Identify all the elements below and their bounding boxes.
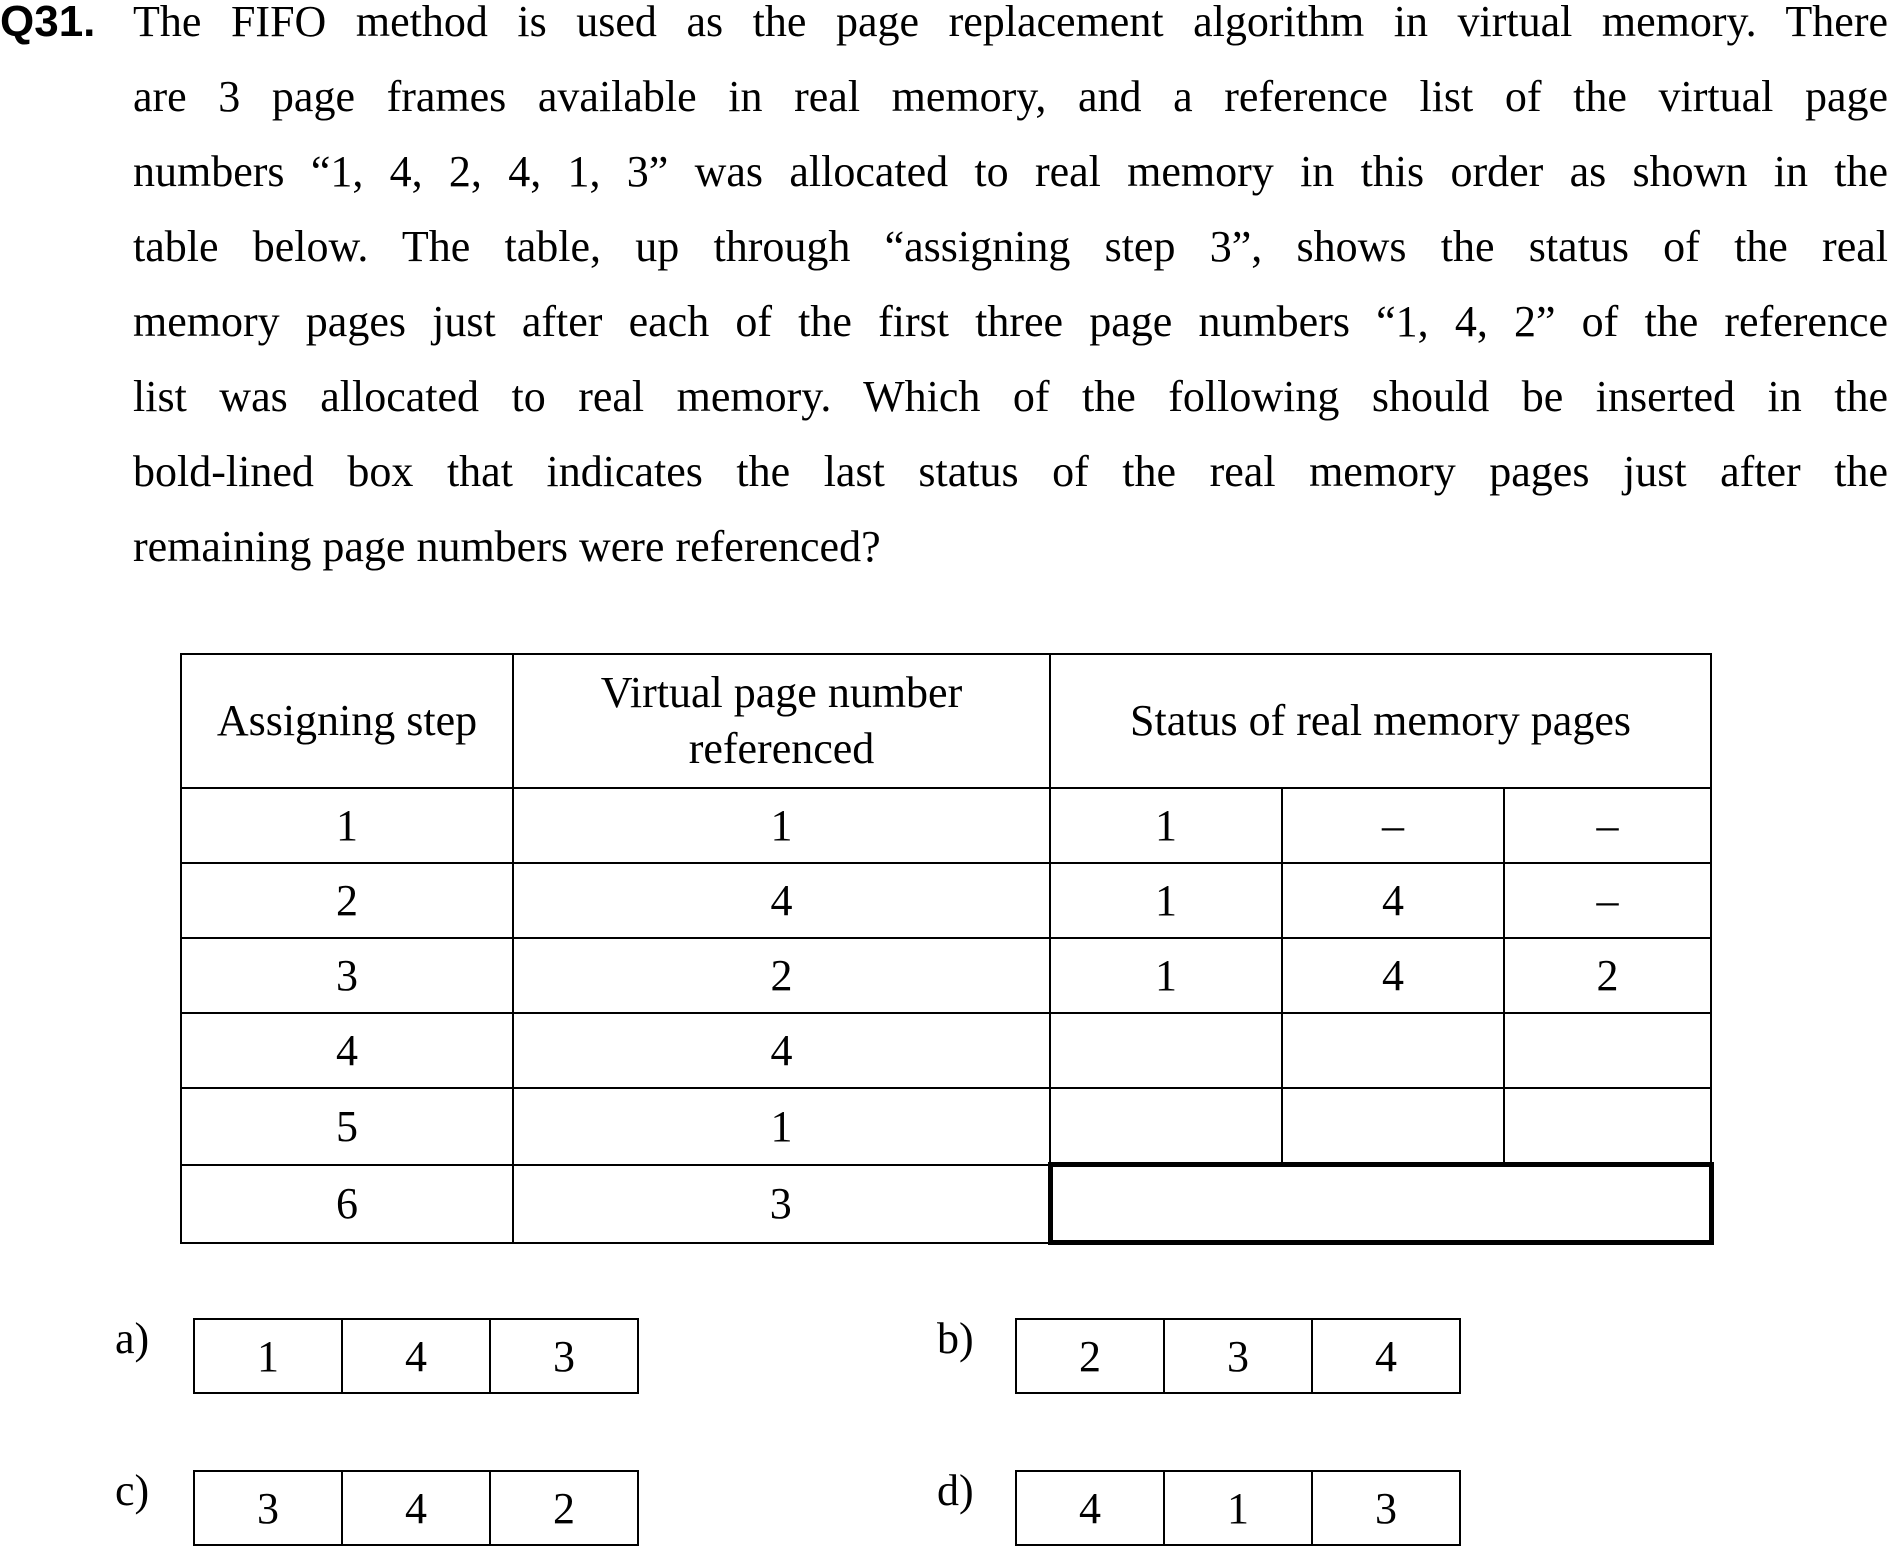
question-text: The FIFO method is used as the page repl… [133, 0, 1888, 584]
question-number: Q31. [0, 0, 96, 46]
option-d-value: 1 [1163, 1470, 1313, 1546]
header-virtual-page: Virtual page number referenced [512, 653, 1051, 789]
option-a-value: 4 [341, 1318, 491, 1394]
table-row: 1 1 1 – – [180, 787, 1712, 864]
question-line: remaining page numbers were referenced? [133, 522, 881, 571]
option-c-value: 2 [489, 1470, 639, 1546]
cell-ref: 1 [512, 1087, 1051, 1166]
cell-ref: 1 [512, 787, 1051, 864]
table-row: 2 4 1 4 – [180, 862, 1712, 939]
cell-step: 1 [180, 787, 514, 864]
option-c-label: c) [115, 1466, 150, 1515]
option-c-box: 3 4 2 [193, 1470, 639, 1546]
option-d-box: 4 1 3 [1015, 1470, 1461, 1546]
table-row: 4 4 [180, 1012, 1712, 1089]
header-status: Status of real memory pages [1049, 653, 1712, 789]
table-row: 5 1 [180, 1087, 1712, 1166]
cell-frame-1: 1 [1049, 862, 1283, 939]
question-line: numbers “1, 4, 2, 4, 1, 3” was allocated… [133, 147, 1888, 196]
cell-frame-3: 2 [1503, 937, 1712, 1014]
question-line: are 3 page frames available in real memo… [133, 72, 1888, 121]
question-line: table below. The table, up through “assi… [133, 222, 1888, 271]
cell-frame-1 [1049, 1012, 1283, 1089]
cell-step: 5 [180, 1087, 514, 1166]
cell-frame-3: – [1503, 862, 1712, 939]
cell-frame-3 [1503, 1087, 1712, 1166]
option-a-label: a) [115, 1314, 150, 1363]
cell-ref: 4 [512, 1012, 1051, 1089]
option-b-value: 2 [1015, 1318, 1165, 1394]
cell-step: 3 [180, 937, 514, 1014]
option-d-value: 4 [1015, 1470, 1165, 1546]
cell-step: 6 [180, 1163, 514, 1244]
cell-step: 4 [180, 1012, 514, 1089]
cell-frame-3: – [1503, 787, 1712, 864]
question-line: list was allocated to real memory. Which… [133, 372, 1888, 421]
option-d-value: 3 [1311, 1470, 1461, 1546]
cell-frame-3 [1503, 1012, 1712, 1089]
option-b-value: 3 [1163, 1318, 1313, 1394]
cell-ref: 3 [512, 1163, 1051, 1244]
cell-frame-2: 4 [1281, 937, 1505, 1014]
cell-frame-1: 1 [1049, 937, 1283, 1014]
option-c-value: 3 [193, 1470, 343, 1546]
cell-ref: 2 [512, 937, 1051, 1014]
option-b-box: 2 3 4 [1015, 1318, 1461, 1394]
cell-frame-2: 4 [1281, 862, 1505, 939]
cell-frame-1: 1 [1049, 787, 1283, 864]
question-line: The FIFO method is used as the page repl… [133, 0, 1888, 46]
cell-frame-2 [1281, 1012, 1505, 1089]
header-assigning-step: Assigning step [180, 653, 514, 789]
option-a-value: 3 [489, 1318, 639, 1394]
cell-step: 2 [180, 862, 514, 939]
cell-frame-2 [1281, 1087, 1505, 1166]
option-b-label: b) [937, 1314, 974, 1363]
table-header-row: Assigning step Virtual page number refer… [180, 653, 1712, 789]
page-assignment-table: Assigning step Virtual page number refer… [180, 653, 1714, 1245]
table-row: 6 3 [180, 1162, 1714, 1245]
option-a-box: 1 4 3 [193, 1318, 639, 1394]
table-row: 3 2 1 4 2 [180, 937, 1712, 1014]
option-b-value: 4 [1311, 1318, 1461, 1394]
option-c-value: 4 [341, 1470, 491, 1546]
cell-ref: 4 [512, 862, 1051, 939]
cell-frame-1 [1049, 1087, 1283, 1166]
question-line: memory pages just after each of the firs… [133, 297, 1888, 346]
cell-frame-2: – [1281, 787, 1505, 864]
answer-bold-box [1047, 1162, 1714, 1245]
option-d-label: d) [937, 1466, 974, 1515]
question-line: bold-lined box that indicates the last s… [133, 447, 1888, 496]
option-a-value: 1 [193, 1318, 343, 1394]
